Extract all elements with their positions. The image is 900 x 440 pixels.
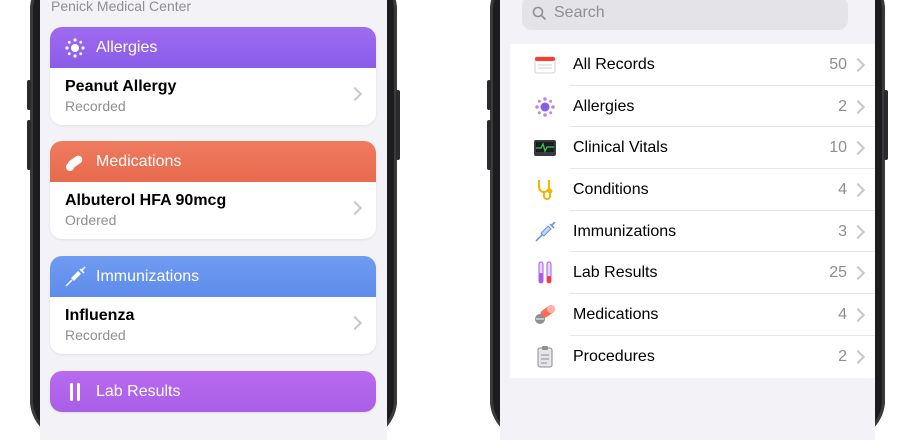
chevron-right-icon: [347, 315, 363, 331]
record-count: 25: [829, 264, 847, 282]
record-label: Procedures: [573, 347, 655, 365]
record-count: 4: [838, 305, 847, 323]
record-count: 2: [838, 97, 847, 115]
card-status: Recorded: [65, 327, 126, 343]
search-bar[interactable]: Search: [522, 0, 848, 30]
list-item-immunizations[interactable]: Immunizations 3: [510, 211, 875, 253]
record-label: Medications: [573, 305, 659, 323]
phone-side-button: [396, 90, 400, 160]
card-title: Medications: [96, 152, 182, 170]
list-item-allergies[interactable]: Allergies 2: [510, 86, 875, 128]
immunizations-card[interactable]: Immunizations Influenza Recorded: [50, 256, 376, 354]
record-count: 10: [829, 139, 847, 157]
chevron-right-icon: [347, 86, 363, 102]
card-item: Influenza: [65, 307, 135, 324]
phone-side-button: [487, 120, 491, 170]
card-header: Immunizations: [50, 256, 376, 297]
immunizations-icon: [64, 265, 86, 288]
list-item-medications[interactable]: Medications 4: [510, 294, 875, 336]
procedures-icon: [533, 345, 557, 369]
record-label: Lab Results: [573, 264, 658, 282]
card-row[interactable]: Albuterol HFA 90mcg Ordered: [50, 182, 376, 239]
record-count: 3: [838, 222, 847, 240]
left-phone: Penick Medical Center Allergies Peanut A…: [27, 0, 400, 440]
provider-name: Penick Medical Center: [51, 0, 192, 14]
card-header: Medications: [50, 141, 376, 182]
record-label: Conditions: [573, 180, 649, 198]
card-title: Lab Results: [96, 382, 181, 400]
chevron-right-icon: [850, 266, 866, 281]
record-label: Allergies: [573, 97, 635, 115]
medications-icon: [533, 303, 557, 327]
record-label: Clinical Vitals: [573, 139, 668, 157]
chevron-right-icon: [347, 200, 363, 216]
chevron-right-icon: [850, 308, 866, 323]
card-row[interactable]: Influenza Recorded: [50, 297, 376, 354]
list-item-all-records[interactable]: All Records 50: [510, 44, 875, 86]
record-label: Immunizations: [573, 222, 677, 240]
chevron-right-icon: [850, 57, 866, 73]
right-screen: Search All Records 50 Allergies 2 Clinic…: [500, 0, 875, 440]
list-item-clinical-vitals[interactable]: Clinical Vitals 10: [510, 127, 875, 170]
lab-results-card[interactable]: Lab Results: [50, 371, 376, 412]
list-item-conditions[interactable]: Conditions 4: [510, 169, 875, 211]
chevron-right-icon: [850, 349, 866, 364]
phone-side-button: [884, 90, 888, 160]
right-phone: Search All Records 50 Allergies 2 Clinic…: [487, 0, 888, 440]
allergies-card[interactable]: Allergies Peanut Allergy Recorded: [50, 27, 376, 125]
clinical-vitals-icon: [533, 136, 557, 160]
chevron-right-icon: [850, 99, 866, 114]
phone-side-button: [27, 80, 31, 110]
chevron-right-icon: [850, 224, 866, 239]
list-item-procedures[interactable]: Procedures 2: [510, 336, 875, 378]
card-title: Allergies: [96, 38, 158, 56]
search-icon: [532, 6, 546, 20]
allergies-icon: [533, 95, 557, 119]
phone-side-button: [27, 120, 31, 170]
card-item: Albuterol HFA 90mcg: [65, 192, 227, 209]
left-screen: Penick Medical Center Allergies Peanut A…: [40, 0, 387, 440]
record-count: 4: [838, 180, 847, 198]
card-header: Allergies: [50, 27, 376, 68]
record-count: 2: [838, 347, 847, 365]
card-header: Lab Results: [50, 371, 376, 412]
records-list: All Records 50 Allergies 2 Clinical Vita…: [510, 44, 875, 378]
card-status: Ordered: [65, 212, 117, 228]
card-title: Immunizations: [96, 267, 200, 285]
allergies-icon: [64, 37, 86, 59]
all-records-icon: [533, 53, 557, 77]
chevron-right-icon: [850, 182, 866, 198]
record-count: 50: [829, 55, 847, 73]
phone-side-button: [487, 80, 491, 110]
search-placeholder: Search: [554, 4, 605, 21]
conditions-icon: [533, 178, 557, 202]
card-status: Recorded: [65, 98, 126, 114]
list-item-lab-results[interactable]: Lab Results 25: [510, 252, 875, 295]
lab-results-icon: [64, 381, 86, 403]
chevron-right-icon: [850, 141, 866, 156]
medications-icon: [64, 151, 86, 173]
record-label: All Records: [573, 55, 655, 73]
immunizations-icon: [533, 220, 557, 244]
card-item: Peanut Allergy: [65, 78, 177, 95]
medications-card[interactable]: Medications Albuterol HFA 90mcg Ordered: [50, 141, 376, 239]
lab-results-icon: [533, 261, 557, 285]
card-row[interactable]: Peanut Allergy Recorded: [50, 68, 376, 125]
